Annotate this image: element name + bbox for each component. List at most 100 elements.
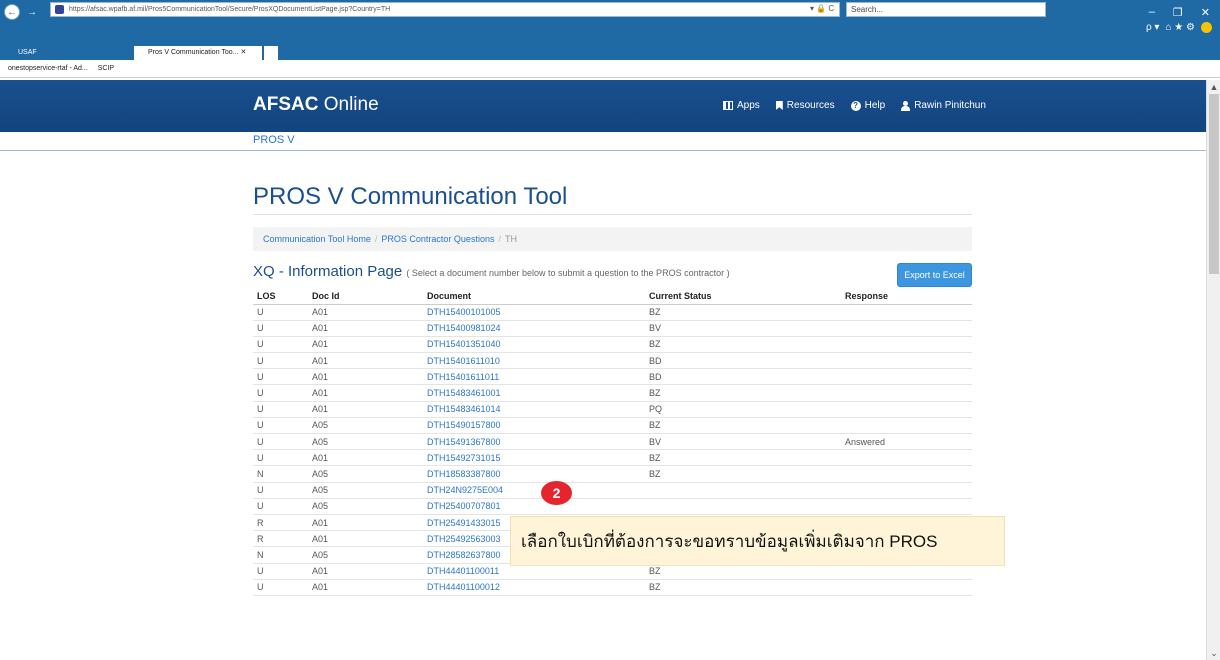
cell-los: U xyxy=(253,482,308,499)
cell-document[interactable]: DTH15400101005 xyxy=(423,304,645,321)
tab-pros-v[interactable]: Pros V Communication Too... ✕ xyxy=(134,46,262,60)
cell-document[interactable]: DTH15401351040 xyxy=(423,336,645,354)
window-controls: – ❐ ✕ xyxy=(1149,6,1210,19)
forward-icon[interactable]: → xyxy=(24,4,40,20)
cell-los: U xyxy=(253,579,308,596)
cell-doc-id: A05 xyxy=(308,546,423,564)
cell-status: BZ xyxy=(645,449,841,467)
cell-status xyxy=(645,482,841,499)
cell-doc-id: A01 xyxy=(308,563,423,580)
tab-usaf[interactable]: USAF xyxy=(4,46,132,60)
table-row: U A01 DTH15401611011 BD xyxy=(253,368,972,386)
cell-response xyxy=(841,401,972,418)
cell-status: BZ xyxy=(645,384,841,402)
table-row: U A05 DTH15490157800 BZ xyxy=(253,417,972,435)
cell-document[interactable]: DTH15400981024 xyxy=(423,320,645,337)
cell-los: U xyxy=(253,433,308,451)
restore-icon[interactable]: ❐ xyxy=(1173,6,1183,19)
cell-document[interactable]: DTH24N9275E004 xyxy=(423,482,645,499)
minimize-icon[interactable]: – xyxy=(1149,6,1155,19)
cell-response xyxy=(841,417,972,435)
nav-apps[interactable]: Apps xyxy=(723,100,760,111)
nav-help[interactable]: ? Help xyxy=(850,100,885,111)
cell-los: U xyxy=(253,336,308,354)
col-doc-id: Doc Id xyxy=(308,288,423,305)
subnav-pros-v[interactable]: PROS V xyxy=(253,134,295,146)
new-tab-button[interactable] xyxy=(264,46,278,60)
cell-status: BZ xyxy=(645,304,841,321)
cell-document[interactable]: DTH25400707801 xyxy=(423,498,645,515)
table-row: U A01 DTH15483461014 PQ xyxy=(253,401,972,418)
cell-document[interactable]: DTH15490157800 xyxy=(423,417,645,435)
cell-los: U xyxy=(253,304,308,321)
search-icon[interactable]: ρ ▾ xyxy=(1146,22,1160,33)
cell-doc-id: A01 xyxy=(308,320,423,337)
export-excel-button[interactable]: Export to Excel xyxy=(897,263,972,287)
cell-document[interactable]: DTH18583387800 xyxy=(423,465,645,483)
cell-document[interactable]: DTH15491367800 xyxy=(423,433,645,451)
browser-chrome: – ❐ ✕ ← → https://afsac.wpafb.af.mil/Pro… xyxy=(0,0,1220,80)
apps-grid-icon xyxy=(723,101,733,110)
cell-los: U xyxy=(253,449,308,467)
cell-doc-id: A01 xyxy=(308,304,423,321)
title-divider xyxy=(253,214,972,215)
cell-doc-id: A01 xyxy=(308,449,423,467)
feedback-icon[interactable] xyxy=(1201,22,1212,33)
address-text: https://afsac.wpafb.af.mil/Pros5Communic… xyxy=(69,6,391,13)
nav-resources[interactable]: Resources xyxy=(775,100,835,111)
cell-los: U xyxy=(253,417,308,435)
table-row: U A05 DTH15491367800 BV Answered xyxy=(253,433,972,451)
browser-toolbar: ρ ▾ ⌂ ★ ⚙ xyxy=(1146,22,1212,33)
cell-response xyxy=(841,336,972,354)
cell-document[interactable]: DTH15492731015 xyxy=(423,449,645,467)
cell-document[interactable]: DTH15401611011 xyxy=(423,368,645,386)
step-badge: 2 xyxy=(541,481,572,505)
col-los: LOS xyxy=(253,288,308,305)
cell-doc-id: A05 xyxy=(308,433,423,451)
cell-doc-id: A01 xyxy=(308,401,423,418)
cell-document[interactable]: DTH15483461001 xyxy=(423,384,645,402)
bookmark-icon xyxy=(775,101,783,110)
table-row: U A01 DTH44401100012 BZ xyxy=(253,579,972,596)
cell-los: U xyxy=(253,352,308,370)
cell-status: BD xyxy=(645,352,841,370)
cell-los: N xyxy=(253,546,308,564)
cell-doc-id: A01 xyxy=(308,384,423,402)
cell-document[interactable]: DTH15483461014 xyxy=(423,401,645,418)
cell-response xyxy=(841,320,972,337)
breadcrumb: Communication Tool Home / PROS Contractor … xyxy=(253,227,972,251)
cell-status: BV xyxy=(645,433,841,451)
close-icon[interactable]: ✕ xyxy=(1201,6,1210,19)
toolbar-icons[interactable]: ⌂ ★ ⚙ xyxy=(1165,22,1195,33)
cell-status: BZ xyxy=(645,465,841,483)
cell-los: R xyxy=(253,514,308,532)
address-bar[interactable]: https://afsac.wpafb.af.mil/Pros5Communic… xyxy=(50,2,840,17)
cell-response xyxy=(841,482,972,499)
table-row: U A01 DTH15401611010 BD xyxy=(253,352,972,370)
cell-document[interactable]: DTH15401611010 xyxy=(423,352,645,370)
cell-los: U xyxy=(253,563,308,580)
cell-doc-id: A01 xyxy=(308,530,423,548)
cell-response: Answered xyxy=(841,433,972,451)
cell-status: BZ xyxy=(645,417,841,435)
cell-response xyxy=(841,449,972,467)
col-document: Document xyxy=(423,288,645,305)
nav-user[interactable]: Rawin Pinitchun xyxy=(901,100,986,111)
brand-logo[interactable]: AFSAC Online xyxy=(253,94,379,116)
favorite-scip[interactable]: SCIP xyxy=(98,65,114,72)
scroll-thumb[interactable] xyxy=(1209,94,1219,274)
address-tools[interactable]: ▾ 🔒 C xyxy=(810,2,834,15)
breadcrumb-questions[interactable]: PROS Contractor Questions xyxy=(381,234,494,244)
table-header-row: LOS Doc Id Document Current Status Respo… xyxy=(253,288,972,305)
back-icon[interactable]: ← xyxy=(4,4,20,20)
scroll-down-icon[interactable]: ⌄ xyxy=(1209,648,1219,658)
cell-los: U xyxy=(253,498,308,515)
cell-document[interactable]: DTH44401100012 xyxy=(423,579,645,596)
help-icon: ? xyxy=(850,100,861,111)
browser-search-input[interactable]: Search... xyxy=(846,2,1046,17)
breadcrumb-home[interactable]: Communication Tool Home xyxy=(263,234,371,244)
cell-response xyxy=(841,498,972,515)
favorite-onestopservice[interactable]: onestopservice-rtaf - Ad... xyxy=(8,65,88,72)
page-scrollbar[interactable]: ▲ ⌄ xyxy=(1206,80,1220,660)
scroll-up-icon[interactable]: ▲ xyxy=(1209,82,1219,92)
